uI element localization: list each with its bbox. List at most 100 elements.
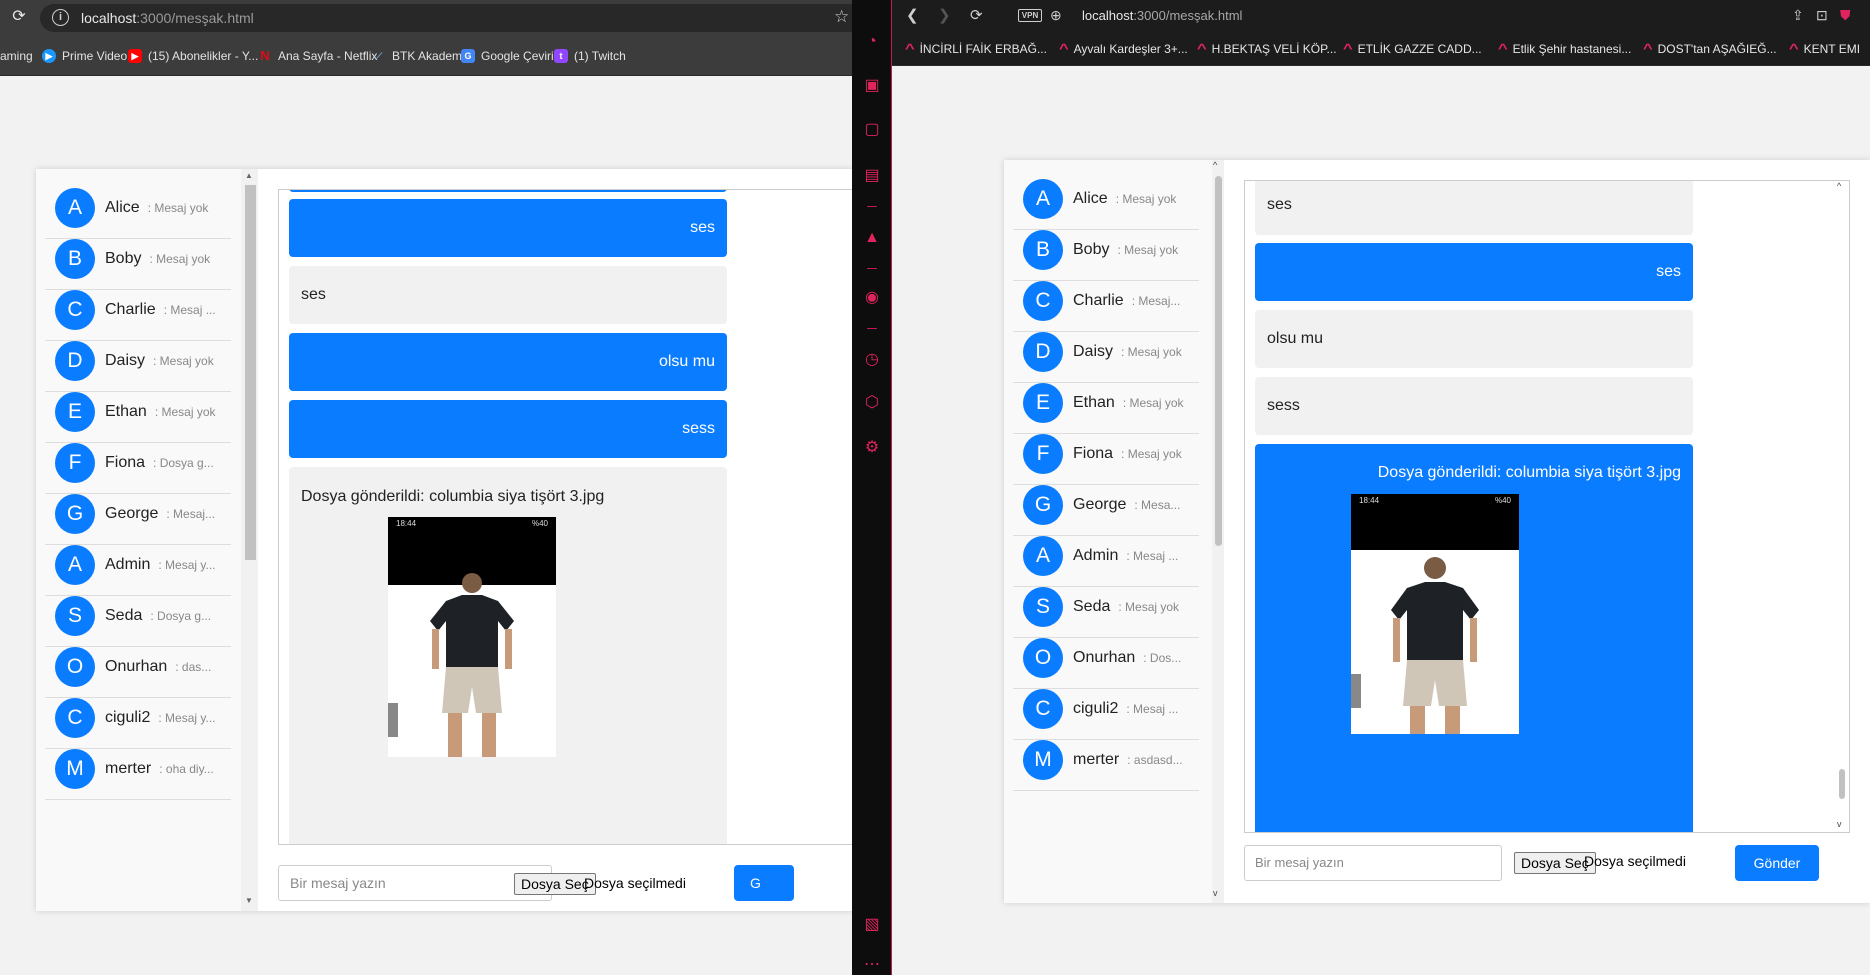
contact-preview: : Mesaj y...	[158, 558, 216, 572]
contact-preview: : Mesaj ...	[1126, 549, 1179, 563]
extensions-icon[interactable]: ⬡	[862, 393, 882, 413]
contact-item[interactable]: Mmerter: asdasd...	[1013, 730, 1199, 791]
bookmark-star-icon[interactable]: ☆	[834, 7, 849, 27]
message-list-scrollbar[interactable]: ^ v	[1835, 181, 1849, 832]
info-icon[interactable]: i	[52, 9, 69, 26]
contact-name: ciguli2	[105, 709, 151, 726]
contact-preview: : Mesaj yok	[1115, 192, 1177, 206]
bookmark-item[interactable]: G Google Çeviri	[461, 48, 554, 64]
message-input[interactable]: Bir mesaj yazın	[278, 865, 552, 901]
bookmark-item[interactable]: ^ H.BEKTAŞ VELİ KÖP...	[1196, 41, 1337, 56]
file-status-text: Dosya seçilmedi	[584, 875, 686, 891]
message-bubble-partial	[289, 190, 727, 192]
bookmark-item[interactable]: ^ DOST'tan AŞAĞIEĞ...	[1643, 41, 1777, 56]
bookmark-item[interactable]: ▶ (15) Abonelikler - Y...	[128, 48, 258, 64]
sidebar-separator	[867, 206, 877, 207]
ad-blocker-icon[interactable]: ⛊	[1840, 7, 1851, 24]
contact-name: Admin	[105, 556, 151, 573]
avatar: B	[1023, 230, 1063, 270]
contact-name: Seda	[1073, 598, 1111, 615]
contact-preview: : Mesaj yok	[149, 252, 211, 266]
message-bubble-received: olsu mu	[1255, 310, 1693, 368]
send-button[interactable]: G	[734, 865, 794, 901]
send-button[interactable]: Gönder	[1735, 845, 1819, 881]
aria-icon[interactable]: ▲	[862, 228, 882, 248]
globe-icon: ⊕	[1050, 7, 1062, 23]
scrollbar-thumb[interactable]	[1839, 769, 1845, 799]
settings-icon[interactable]: ⚙	[862, 438, 882, 458]
right-browser-window: ❮ ❯ ⟳ VPN ⊕ localhost:3000/mesşak.html ⇪…	[892, 0, 1870, 975]
contact-preview: : Mesaj yok	[1117, 243, 1179, 257]
chat-container: A Alice: Mesaj yok B Boby: Mesaj yok C Char…	[1004, 160, 1870, 903]
contact-preview: : Mesaj y...	[158, 711, 216, 725]
message-list[interactable]: ses ses olsu mu sess Dosya gönderildi: c…	[1244, 180, 1850, 833]
scroll-down-icon[interactable]: ▼	[245, 896, 253, 905]
bookmark-item[interactable]: t (1) Twitch	[554, 48, 626, 64]
contact-list-scrollbar[interactable]: ^ v	[1212, 160, 1224, 903]
scroll-down-icon[interactable]: v	[1837, 819, 1842, 829]
reload-icon[interactable]: ⟳	[970, 6, 983, 24]
calendar-icon[interactable]: ▤	[862, 166, 882, 186]
avatar: O	[55, 647, 95, 687]
scroll-down-icon[interactable]: v	[1213, 888, 1218, 898]
right-url-text[interactable]: localhost:3000/mesşak.html	[1082, 8, 1242, 23]
avatar: A	[55, 188, 95, 228]
bookmark-item[interactable]: ^ Etlik Şehir hastanesi...	[1498, 41, 1631, 56]
share-icon[interactable]: ⇪	[1792, 7, 1804, 24]
contact-list-scrollbar[interactable]: ▲ ▼	[241, 169, 258, 911]
forward-icon[interactable]: ❯	[938, 6, 951, 24]
attached-photo[interactable]: 18:44 %40	[388, 517, 556, 757]
scroll-up-icon[interactable]: ^	[1837, 181, 1841, 191]
bookmark-item[interactable]: ⟋ BTK Akademi	[372, 48, 465, 64]
bookmark-item[interactable]: ^ Ayvalı Kardeşler 3+...	[1059, 41, 1188, 56]
contact-name: Boby	[105, 250, 142, 267]
speed-dial-icon[interactable]: ◔	[862, 32, 882, 52]
more-icon[interactable]: ⋯	[862, 955, 882, 975]
bookmark-item[interactable]: ^ ETLİK GAZZE CADD...	[1343, 41, 1482, 56]
briefcase-icon[interactable]: ▣	[862, 76, 882, 96]
contact-preview: : das...	[175, 660, 212, 674]
reload-icon[interactable]: ⟳	[10, 8, 28, 26]
back-icon[interactable]: ❮	[906, 6, 919, 24]
history-icon[interactable]: ◷	[862, 350, 882, 370]
scrollbar-thumb[interactable]	[1215, 176, 1222, 546]
bookmark-item[interactable]: ▶ Prime Video	[42, 48, 127, 64]
attached-photo[interactable]: 18:44 %40	[1351, 494, 1519, 734]
twitch-icon[interactable]: ▢	[862, 120, 882, 140]
snapshot-icon[interactable]: ⊡	[1816, 7, 1828, 24]
tshirt-model-image	[1351, 557, 1479, 734]
bookmark-item[interactable]: aming	[0, 48, 33, 64]
contact-preview: : Mesaj yok	[1118, 600, 1180, 614]
scroll-up-icon[interactable]: ▲	[245, 171, 253, 180]
gallery-icon[interactable]: ▧	[862, 915, 882, 935]
avatar: C	[55, 698, 95, 738]
avatar: O	[1023, 638, 1063, 678]
contact-name: Ethan	[1073, 394, 1115, 411]
avatar: E	[1023, 383, 1063, 423]
left-page: A Alice: Mesaj yok B Boby: Mesaj yok C Char…	[0, 76, 852, 975]
bookmark-item[interactable]: N Ana Sayfa - Netflix	[258, 48, 377, 64]
youtube-icon: ▶	[128, 49, 142, 63]
message-list[interactable]: ses ses olsu mu sess Dosya gönderildi: c…	[278, 189, 852, 845]
scroll-up-icon[interactable]: ^	[1213, 160, 1217, 170]
contact-name: Admin	[1073, 547, 1119, 564]
contact-preview: : Mesaj yok	[147, 201, 209, 215]
vpn-badge[interactable]: VPN	[1018, 9, 1042, 22]
bookmark-item[interactable]: ^ KENT EMI	[1789, 41, 1860, 56]
contact-name: Charlie	[1073, 292, 1124, 309]
bookmark-item[interactable]: ^ İNCİRLİ FAİK ERBAĞ...	[905, 41, 1047, 56]
avatar: A	[1023, 536, 1063, 576]
contact-preview: : Mesaj yok	[154, 405, 216, 419]
left-bookmarks-bar: aming ▶ Prime Video ▶ (15) Abonelikler - Y…	[0, 36, 852, 76]
file-status-text: Dosya seçilmedi	[1584, 853, 1686, 869]
contact-preview: : Mesaj yok	[1122, 396, 1184, 410]
player-icon[interactable]: ◉	[862, 288, 882, 308]
left-url-text[interactable]: localhost:3000/mesşak.html	[81, 10, 254, 26]
contact-item[interactable]: Mmerter: oha diy...	[45, 739, 231, 800]
left-address-bar: ⟳ i localhost:3000/mesşak.html ☆	[0, 0, 852, 36]
message-input[interactable]: Bir mesaj yazın	[1244, 845, 1502, 881]
scrollbar-thumb[interactable]	[245, 185, 256, 560]
bookmark-chevron-icon: ^	[1196, 41, 1207, 56]
contact-name: George	[1073, 496, 1127, 513]
contact-name: Daisy	[1073, 343, 1114, 360]
